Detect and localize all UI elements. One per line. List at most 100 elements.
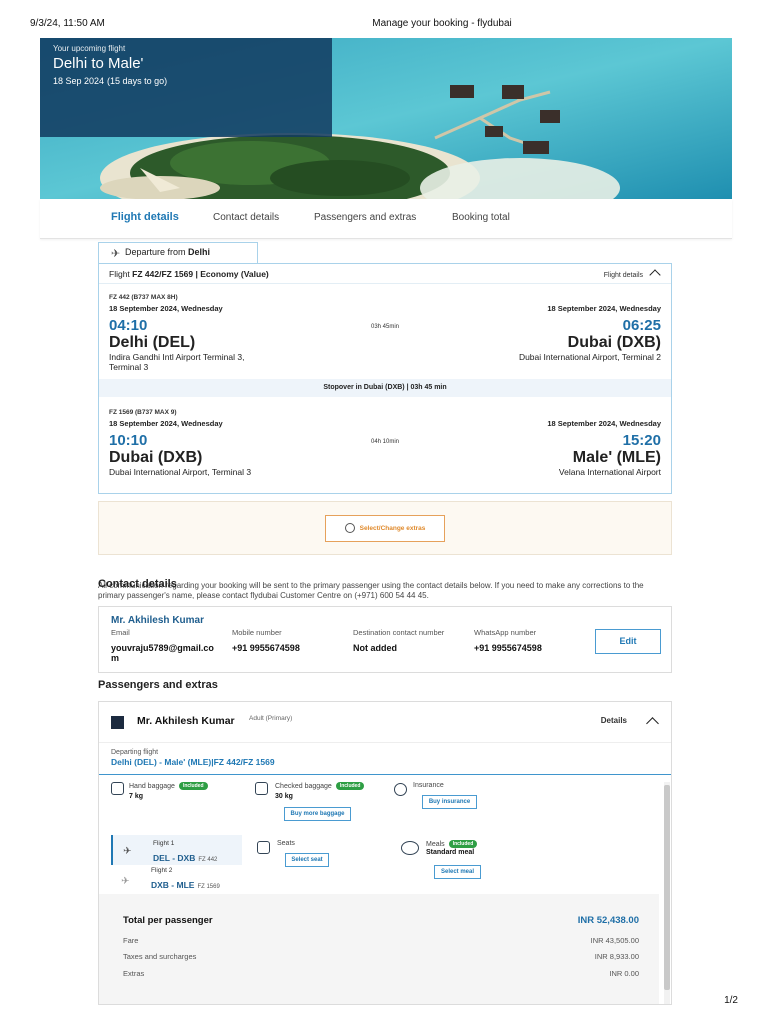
departure-tab[interactable]: ✈ Departure from Delhi xyxy=(98,242,258,264)
flight-selector-2[interactable]: ✈ Flight 2 DXB - MLE FZ 1569 xyxy=(111,865,242,895)
flight-details-toggle-label: Flight details xyxy=(603,272,643,279)
departing-flight-label: Departing flight xyxy=(111,749,159,756)
checked-baggage-value: 30 kg xyxy=(275,793,293,800)
segment-flight-number: FZ 442 (B737 MAX 8H) xyxy=(109,294,178,301)
flight-details-toggle[interactable]: Flight details xyxy=(603,269,661,281)
cabin-class: Economy (Value) xyxy=(200,269,269,279)
segment-arrival-airport: Dubai International Airport, Terminal 2 xyxy=(518,352,661,362)
flight-selector-route: DXB - MLE xyxy=(151,880,195,890)
flight-selector-route: DEL - DXB xyxy=(153,853,196,863)
contact-email: Email youvraju5789@gmail.com xyxy=(111,628,216,663)
segment-arrival-date: 18 September 2024, Wednesday xyxy=(547,304,661,313)
total-per-passenger-value: INR 52,438.00 xyxy=(577,915,639,926)
meal-icon xyxy=(401,841,419,855)
flight-selector-code: FZ 1569 xyxy=(197,884,220,890)
whatsapp-value: +91 9955674598 xyxy=(474,643,542,653)
total-per-passenger-label: Total per passenger xyxy=(123,915,213,926)
plane-takeoff-icon: ✈ xyxy=(111,248,121,260)
divider xyxy=(99,774,671,775)
seats: Seats xyxy=(277,840,295,847)
taxes-value: INR 8,933.00 xyxy=(594,952,639,961)
select-seat-button[interactable]: Select seat xyxy=(285,853,329,867)
passenger-type: Adult (Primary) xyxy=(249,715,293,722)
flight-selector-label: Flight 1 xyxy=(153,840,175,847)
segment-arrival-city: Male' (MLE) xyxy=(572,449,661,466)
seats-label: Seats xyxy=(277,840,295,847)
select-change-extras-button[interactable]: Select/Change extras xyxy=(325,515,445,542)
meals-value: Standard meal xyxy=(426,849,475,856)
meals: Meals Included Standard meal xyxy=(426,840,478,856)
upcoming-flight-panel: Your upcoming flight Delhi to Male' 18 S… xyxy=(40,38,332,137)
scrollbar-thumb[interactable] xyxy=(664,785,670,990)
contact-whatsapp: WhatsApp number +91 9955674598 xyxy=(474,628,542,653)
upcoming-flight-label: Your upcoming flight xyxy=(53,44,126,53)
segment-departure-airport: Indira Gandhi Intl Airport Terminal 3, T… xyxy=(109,352,245,372)
departure-prefix: Departure from xyxy=(125,247,186,257)
segment-arrival-date: 18 September 2024, Wednesday xyxy=(547,419,661,428)
mobile-label: Mobile number xyxy=(232,628,282,637)
segment-arrival-airport: Velana International Airport xyxy=(558,467,661,477)
segment-flight-number: FZ 1569 (B737 MAX 9) xyxy=(109,409,177,416)
checked-baggage-label: Checked baggage xyxy=(275,783,332,790)
edit-contact-button[interactable]: Edit xyxy=(595,629,661,654)
select-meal-button[interactable]: Select meal xyxy=(434,865,481,879)
extras-total-label: Extras xyxy=(123,969,145,978)
passenger-details-toggle[interactable]: Details xyxy=(601,716,627,725)
departing-flight-route: Delhi (DEL) - Male' (MLE)|FZ 442/FZ 1569 xyxy=(111,757,275,767)
extras-button-label: Select/Change extras xyxy=(359,525,426,532)
segment-arrival-city: Dubai (DXB) xyxy=(567,334,661,351)
checked-baggage-icon xyxy=(255,782,268,795)
contact-note: All communication regarding your booking… xyxy=(98,581,644,600)
tab-passengers-extras[interactable]: Passengers and extras xyxy=(314,212,416,223)
contact-name: Mr. Akhilesh Kumar xyxy=(111,615,204,626)
passenger-avatar xyxy=(111,716,124,729)
included-badge: Included xyxy=(448,840,478,848)
tab-contact-details[interactable]: Contact details xyxy=(213,212,279,223)
flight-summary: Flight FZ 442/FZ 1569 | Economy (Value) … xyxy=(99,264,671,284)
email-value: youvraju5789@gmail.com xyxy=(111,643,214,663)
hand-baggage: Hand baggage Included 7 kg xyxy=(129,782,208,800)
chevron-up-icon xyxy=(649,269,661,281)
buy-insurance-button[interactable]: Buy insurance xyxy=(422,795,477,809)
days-to-go: (15 days to go) xyxy=(107,76,168,86)
tab-flight-details[interactable]: Flight details xyxy=(111,211,179,223)
buy-more-baggage-button[interactable]: Buy more baggage xyxy=(284,807,351,821)
stopover-banner: Stopover in Dubai (DXB) | 03h 45 min xyxy=(99,379,671,397)
whatsapp-label: WhatsApp number xyxy=(474,628,537,637)
taxes-label: Taxes and surcharges xyxy=(123,952,197,961)
flight-numbers: FZ 442/FZ 1569 xyxy=(132,269,194,279)
extras-icon xyxy=(344,523,355,534)
segment-departure-airport: Dubai International Airport, Terminal 3 xyxy=(109,467,252,477)
passenger-header[interactable]: Mr. Akhilesh Kumar Adult (Primary) Detai… xyxy=(99,702,671,743)
upcoming-flight-date: 18 Sep 2024 (15 days to go) xyxy=(53,76,319,86)
contact-card: Mr. Akhilesh Kumar Email youvraju5789@gm… xyxy=(98,606,672,673)
fare-label: Fare xyxy=(123,936,139,945)
chevron-up-icon[interactable] xyxy=(646,717,659,730)
passenger-totals: Total per passenger INR 52,438.00 Fare I… xyxy=(99,894,659,1004)
included-badge: Included xyxy=(335,782,365,790)
flight-selector-code: FZ 442 xyxy=(198,857,218,863)
flight-prefix: Flight xyxy=(109,269,130,279)
tab-booking-total[interactable]: Booking total xyxy=(452,212,510,223)
seat-icon xyxy=(257,841,270,854)
contact-mobile: Mobile number +91 9955674598 xyxy=(232,628,300,653)
destination-label: Destination contact number xyxy=(353,628,445,637)
segment-departure-city: Dubai (DXB) xyxy=(109,449,203,466)
checked-baggage: Checked baggage Included 30 kg xyxy=(275,782,365,800)
flight-details-card: Flight FZ 442/FZ 1569 | Economy (Value) … xyxy=(98,263,672,494)
plane-icon: ✈ xyxy=(121,876,130,887)
passengers-extras-title: Passengers and extras xyxy=(98,679,218,691)
departure-city: Delhi xyxy=(188,247,211,257)
fare-value: INR 43,505.00 xyxy=(590,936,639,945)
insurance-label: Insurance xyxy=(413,782,444,789)
contact-destination: Destination contact number Not added xyxy=(353,628,444,653)
flight-selector-1[interactable]: ✈ Flight 1 DEL - DXB FZ 442 xyxy=(111,835,242,865)
insurance-icon xyxy=(394,783,407,796)
print-title: Manage your booking - flydubai xyxy=(372,18,512,29)
segment-duration: 03h 45min xyxy=(370,324,400,330)
mobile-value: +91 9955674598 xyxy=(232,643,300,653)
upcoming-flight-route: Delhi to Male' xyxy=(53,55,144,72)
extras-total-value: INR 0.00 xyxy=(609,969,639,978)
page-number: 1/2 xyxy=(724,995,738,1006)
hand-baggage-value: 7 kg xyxy=(129,793,144,800)
